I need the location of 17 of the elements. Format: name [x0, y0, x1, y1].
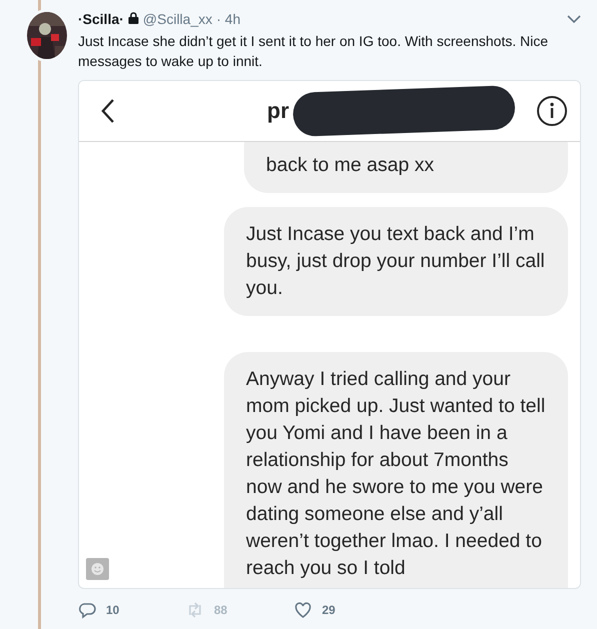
message-bubble: Anyway I tried calling and your mom picked up. Just wanted to tell you Yomi and I have been in a relationship for about 7months now and he swore to me you were dating someone else and y’all weren’t together lmao. I needed to reach you so I told — [224, 352, 568, 588]
avatar[interactable] — [24, 9, 70, 62]
tweet-text: Just Incase she didn’t get it I sent it to her on IG too. With screenshots. Nice messages to wake up to innit. — [78, 32, 550, 71]
action-count: 29 — [322, 603, 336, 617]
chat-name: pr — [267, 98, 289, 124]
reply-icon[interactable] — [78, 601, 96, 619]
message-bubble: Just Incase you text back and I’m busy, just drop your number I’ll call you. — [224, 207, 568, 316]
user-handle[interactable]: @Scilla_xx — [142, 11, 212, 27]
smiley-icon — [86, 558, 109, 580]
timestamp[interactable]: · 4h — [216, 11, 240, 27]
action-count: 10 — [106, 603, 120, 617]
caret-icon[interactable] — [567, 14, 581, 24]
info-icon[interactable] — [536, 95, 568, 127]
display-name[interactable]: ·Scilla· — [78, 11, 124, 27]
back-icon[interactable] — [101, 98, 115, 124]
action-count: 88 — [214, 603, 228, 617]
heart-icon[interactable] — [294, 601, 312, 619]
